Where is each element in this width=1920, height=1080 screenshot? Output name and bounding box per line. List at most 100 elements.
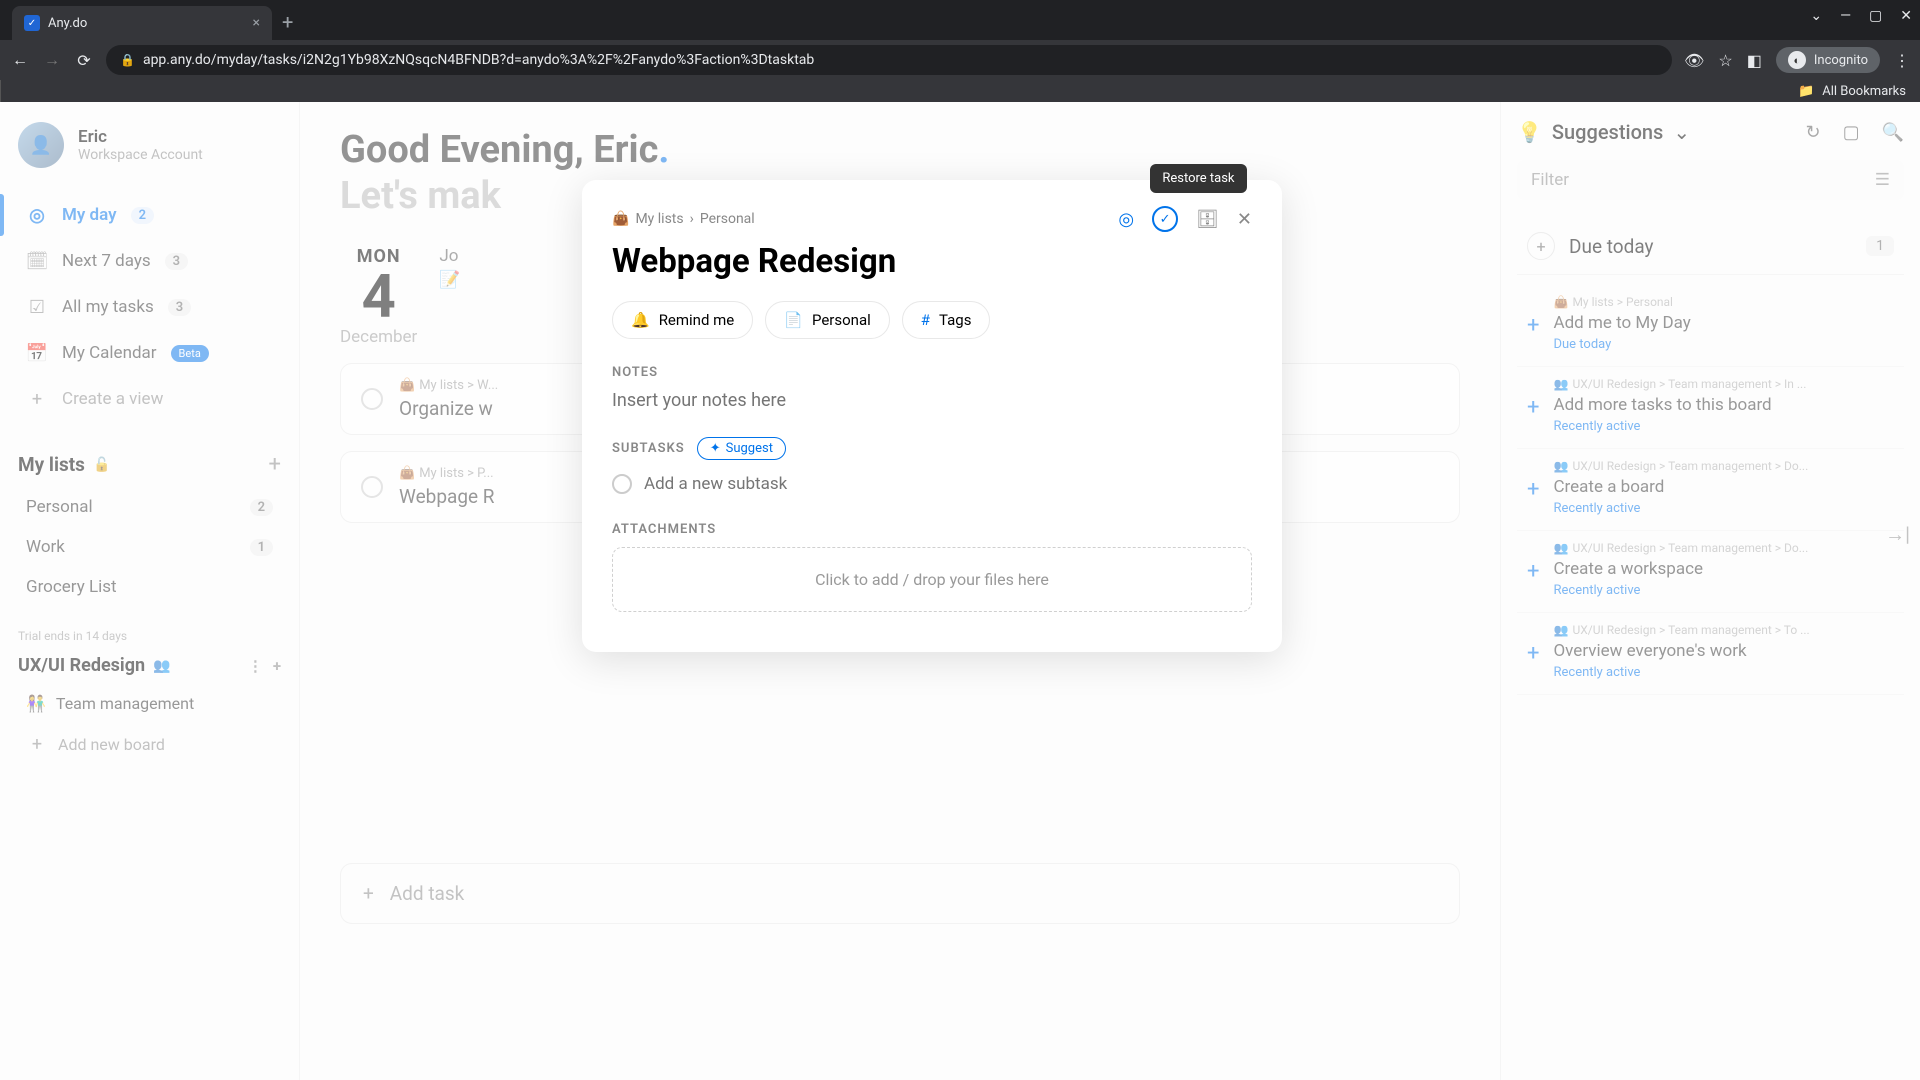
create-view-button[interactable]: + Create a view: [18, 378, 281, 420]
plus-icon: +: [26, 388, 48, 410]
add-suggestion-button[interactable]: +: [1527, 641, 1539, 680]
bookmark-star-icon[interactable]: ☆: [1718, 51, 1732, 70]
suggestion-card[interactable]: + 👥UX/UI Redesign > Team management > To…: [1517, 613, 1904, 695]
minimize-icon[interactable]: —: [1840, 8, 1851, 24]
incognito-icon: ◐: [1788, 51, 1806, 69]
subtask-input-row: [612, 474, 1252, 494]
close-modal-icon[interactable]: ✕: [1237, 209, 1252, 230]
subtask-input[interactable]: [644, 474, 1252, 494]
month-label: December: [340, 327, 417, 347]
browser-menu-icon[interactable]: ⋮: [1894, 51, 1910, 70]
url-bar[interactable]: 🔒 app.any.do/myday/tasks/i2N2g1Yb98XzNQs…: [106, 45, 1672, 75]
suggestion-breadcrumb: 👜My lists > Personal: [1553, 295, 1894, 309]
due-today-header[interactable]: + Due today 1: [1517, 218, 1904, 275]
add-suggestion-button[interactable]: +: [1527, 559, 1539, 598]
filter-icon: ☰: [1875, 170, 1890, 190]
sidebar-item-myday[interactable]: ◎ My day 2: [18, 194, 281, 236]
incognito-badge[interactable]: ◐ Incognito: [1776, 47, 1880, 73]
add-board-button[interactable]: + Add new board: [18, 723, 281, 765]
collapse-panel-icon[interactable]: →|: [1885, 522, 1910, 547]
archive-icon[interactable]: 🗄: [1196, 209, 1219, 230]
list-label: Personal: [26, 497, 93, 517]
chevron-down-icon: ⌄: [1673, 120, 1690, 144]
board-item-team[interactable]: 👫 Team management: [18, 684, 281, 723]
suggestion-title: Overview everyone's work: [1553, 641, 1894, 661]
people-icon: 👥: [153, 658, 170, 674]
task-checkbox[interactable]: [361, 476, 383, 498]
tab-close-icon[interactable]: ×: [253, 15, 260, 31]
target-icon: ◎: [26, 204, 48, 226]
task-checkbox[interactable]: [361, 388, 383, 410]
back-icon[interactable]: ←: [10, 50, 30, 70]
list-item-personal[interactable]: Personal 2: [18, 487, 281, 527]
extensions-icon[interactable]: ◧: [1747, 51, 1762, 70]
myday-target-icon[interactable]: ◎: [1118, 209, 1134, 230]
task-detail-modal: 👜 My lists › Personal Restore task ◎ ✓ 🗄…: [582, 180, 1282, 652]
list-item-work[interactable]: Work 1: [18, 527, 281, 567]
maximize-icon[interactable]: ▢: [1869, 8, 1882, 24]
sidebar: 👤 Eric Workspace Account ◎ My day 2 🗓 Ne…: [0, 102, 300, 1080]
square-icon[interactable]: ▢: [1843, 122, 1860, 143]
user-profile[interactable]: 👤 Eric Workspace Account: [18, 122, 281, 168]
agenda-column: Jo 📝: [439, 246, 466, 347]
add-board-label: Add new board: [58, 735, 165, 754]
add-list-button[interactable]: +: [269, 452, 281, 477]
workspace-row[interactable]: UX/UI Redesign 👥 ⋮ +: [18, 647, 281, 684]
list-item-grocery[interactable]: Grocery List: [18, 567, 281, 607]
sidebar-item-alltasks[interactable]: ☑ All my tasks 3: [18, 286, 281, 328]
attachments-dropzone[interactable]: Click to add / drop your files here: [612, 547, 1252, 612]
close-window-icon[interactable]: ✕: [1900, 8, 1912, 24]
suggestion-card[interactable]: + 👜My lists > Personal Add me to My Day …: [1517, 285, 1904, 367]
sync-icon[interactable]: ↻: [1805, 122, 1820, 143]
suggestion-meta: Due today: [1553, 337, 1894, 352]
all-bookmarks-button[interactable]: All Bookmarks: [1822, 84, 1906, 99]
suggestion-title: Create a board: [1553, 477, 1894, 497]
suggestion-card[interactable]: + 👥UX/UI Redesign > Team management > Do…: [1517, 449, 1904, 531]
remind-chip[interactable]: 🔔 Remind me: [612, 301, 753, 339]
forward-icon[interactable]: →: [42, 50, 62, 70]
add-suggestion-button[interactable]: +: [1527, 477, 1539, 516]
browser-tab[interactable]: Any.do ×: [12, 6, 272, 40]
task-breadcrumb: 👜My lists > P...: [399, 466, 494, 481]
bell-icon: 🔔: [631, 311, 650, 329]
sidebar-item-next7[interactable]: 🗓 Next 7 days 3: [18, 240, 281, 282]
eye-off-icon[interactable]: 👁: [1684, 51, 1704, 70]
suggestions-dropdown[interactable]: 💡 Suggestions ⌄: [1517, 120, 1690, 144]
restore-task-button[interactable]: ✓: [1152, 206, 1178, 232]
subtask-checkbox[interactable]: [612, 474, 632, 494]
agenda-item[interactable]: Jo: [439, 246, 466, 266]
suggestion-meta: Recently active: [1553, 419, 1894, 434]
notes-input[interactable]: [612, 390, 1252, 411]
modal-breadcrumb[interactable]: 👜 My lists › Personal: [612, 211, 755, 227]
reload-icon[interactable]: ⟳: [74, 51, 94, 70]
workspace-menu-icon[interactable]: ⋮: [248, 657, 263, 675]
suggestion-card[interactable]: + 👥UX/UI Redesign > Team management > In…: [1517, 367, 1904, 449]
sidebar-item-calendar[interactable]: 📅 My Calendar Beta: [18, 332, 281, 374]
tags-chip[interactable]: # Tags: [902, 301, 991, 339]
browser-chrome: Any.do × + ⌄ — ▢ ✕ ← → ⟳ 🔒 app.any.do/my…: [0, 0, 1920, 102]
right-panel-header: 💡 Suggestions ⌄ ↻ ▢ 🔍: [1517, 120, 1904, 144]
add-suggestion-button[interactable]: +: [1527, 313, 1539, 352]
date-number: 4: [340, 267, 417, 327]
my-lists-header: My lists 🔓 +: [18, 452, 281, 477]
agenda-note[interactable]: 📝: [439, 270, 466, 290]
add-all-button[interactable]: +: [1527, 232, 1555, 260]
add-workspace-icon[interactable]: +: [273, 657, 281, 675]
calendar-beta-badge: Beta: [171, 345, 209, 362]
filter-input[interactable]: Filter ☰: [1517, 160, 1904, 200]
restore-tooltip: Restore task: [1150, 164, 1246, 193]
avatar: 👤: [18, 122, 64, 168]
dropdown-icon[interactable]: ⌄: [1810, 8, 1822, 24]
add-task-input[interactable]: + Add task: [340, 863, 1460, 924]
suggest-button[interactable]: ✦ Suggest: [697, 437, 786, 460]
search-icon[interactable]: 🔍: [1882, 122, 1904, 143]
add-suggestion-button[interactable]: +: [1527, 395, 1539, 434]
list-chip[interactable]: 📄 Personal: [765, 301, 889, 339]
bookmarks-bar: 📁 All Bookmarks: [0, 80, 1920, 102]
modal-title[interactable]: Webpage Redesign: [612, 242, 1252, 281]
lock-icon: 🔒: [120, 53, 135, 67]
suggestion-breadcrumb: 👥UX/UI Redesign > Team management > Do..…: [1553, 541, 1894, 555]
suggestion-card[interactable]: + 👥UX/UI Redesign > Team management > Do…: [1517, 531, 1904, 613]
sparkle-icon: ✦: [710, 441, 721, 456]
new-tab-button[interactable]: +: [282, 10, 293, 34]
